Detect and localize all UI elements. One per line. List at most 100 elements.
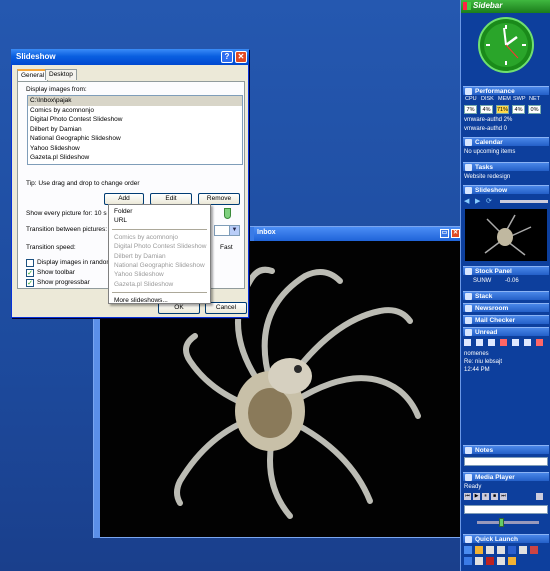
tile-stock-panel[interactable]: Stock Panel (463, 266, 549, 275)
list-item[interactable]: Comics by acomnonjo (28, 106, 242, 116)
slideshow-thumbnail[interactable] (465, 209, 547, 261)
image-sources-list[interactable]: C:\Inbox\pajak Comics by acomnonjo Digit… (27, 95, 243, 165)
media-seek-slider[interactable] (477, 518, 539, 527)
notes-input[interactable] (464, 457, 548, 466)
menu-item-url[interactable]: URL (109, 216, 210, 225)
tile-notes[interactable]: Notes (463, 445, 549, 454)
app-icon[interactable] (497, 546, 505, 554)
task-item[interactable]: Website redesign (464, 174, 510, 180)
tile-title: Performance (475, 88, 515, 95)
tile-quick-launch[interactable]: Quick Launch (463, 534, 549, 543)
list-item[interactable]: Yahoo Slideshow (28, 144, 242, 154)
dialog-titlebar[interactable]: Slideshow ? ✕ (11, 49, 249, 65)
tile-stack[interactable]: Stack (463, 291, 549, 300)
app-icon[interactable] (497, 557, 505, 565)
app-icon[interactable] (475, 546, 483, 554)
calendar-status: No upcoming items (464, 149, 516, 155)
pause-icon[interactable]: ⏸ (482, 493, 489, 500)
list-item[interactable]: C:\Inbox\pajak (28, 96, 242, 106)
list-item[interactable]: Dilbert by Damian (28, 125, 242, 135)
tile-tasks[interactable]: Tasks (463, 162, 549, 171)
app-icon[interactable] (530, 546, 538, 554)
mail-tool-icon[interactable] (512, 339, 519, 346)
tile-calendar[interactable]: Calendar (463, 137, 549, 146)
tile-newsroom[interactable]: Newsroom (463, 303, 549, 312)
mail-tool-icon[interactable] (488, 339, 495, 346)
media-playlist[interactable] (464, 505, 548, 514)
newsroom-icon (465, 305, 472, 312)
media-controls: ⏮ ▶ ⏸ ■ ⏭ (464, 493, 548, 501)
speed-fast-label: Fast (220, 244, 233, 251)
app-icon[interactable] (508, 557, 516, 565)
toolbar-label: Show toolbar (37, 269, 75, 276)
cancel-button[interactable]: Cancel (205, 302, 247, 314)
toolbar-checkbox[interactable]: ✓ (26, 269, 34, 277)
progressbar-checkbox[interactable]: ✓ (26, 279, 34, 287)
mail-subject[interactable]: Re: niu lebsajt (464, 359, 502, 365)
calendar-icon (465, 139, 472, 146)
tile-media-player[interactable]: Media Player (463, 472, 549, 481)
app-icon[interactable] (486, 546, 494, 554)
media-status: Ready (464, 484, 482, 490)
transition-select[interactable]: ▼ (214, 225, 240, 236)
dialog-title: Slideshow (16, 52, 56, 61)
app-icon[interactable] (519, 546, 527, 554)
refresh-icon[interactable]: ⟳ (486, 197, 492, 205)
slider-thumb-icon[interactable] (224, 208, 231, 219)
display-images-label: Display images from: (26, 86, 87, 93)
mail-tool-icon[interactable] (476, 339, 483, 346)
tile-slideshow[interactable]: Slideshow (463, 185, 549, 194)
mail-icon (465, 317, 472, 324)
mail-tool-icon[interactable] (500, 339, 507, 346)
chevron-down-icon[interactable]: ▼ (229, 226, 239, 235)
close-icon[interactable]: ✕ (451, 229, 460, 238)
stock-icon (465, 268, 472, 275)
tab-general[interactable]: General (17, 69, 49, 81)
tile-performance[interactable]: Performance (463, 86, 549, 95)
tile-title: Notes (475, 447, 494, 454)
tile-mail-checker[interactable]: Mail Checker (463, 315, 549, 324)
perf-value: 0% (528, 105, 541, 114)
stop-icon[interactable]: ■ (491, 493, 498, 500)
tile-unread[interactable]: Unread (463, 327, 549, 336)
progressbar-label: Show progressbar (37, 279, 90, 286)
list-item[interactable]: Digital Photo Contest Slideshow (28, 115, 242, 125)
drag-tip: Tip: Use drag and drop to change order (26, 180, 140, 187)
analog-clock-widget[interactable] (478, 17, 534, 73)
unread-icon (465, 329, 472, 336)
quick-launch-icons (464, 546, 548, 568)
perf-value: 71% (496, 105, 509, 114)
tile-title: Stock Panel (475, 268, 512, 275)
list-item[interactable]: Gazeta.pl Slideshow (28, 153, 242, 163)
random-checkbox[interactable] (26, 259, 34, 267)
volume-icon[interactable] (536, 493, 543, 500)
app-icon[interactable] (464, 546, 472, 554)
tab-desktop[interactable]: Desktop (45, 69, 77, 80)
app-icon[interactable] (464, 557, 472, 565)
perf-value: 4% (512, 105, 525, 114)
help-icon[interactable]: ? (221, 51, 233, 63)
mail-tool-icon[interactable] (464, 339, 471, 346)
notes-icon (465, 447, 472, 454)
mail-tool-icon[interactable] (536, 339, 543, 346)
menu-item-folder[interactable]: Folder (109, 207, 210, 216)
app-icon[interactable] (475, 557, 483, 565)
sidebar-header[interactable]: Sidebar (461, 0, 550, 13)
random-label: Display images in random (37, 259, 112, 266)
next-icon[interactable]: ⏭ (500, 493, 507, 500)
app-icon[interactable] (508, 546, 516, 554)
forward-arrow-icon[interactable]: ▶ (475, 197, 480, 205)
restore-icon[interactable]: ▭ (440, 229, 449, 238)
close-icon[interactable]: ✕ (235, 51, 247, 63)
menu-item: Comics by acomnonjo (114, 233, 178, 241)
menu-item-more-slideshows[interactable]: More slideshows... (109, 296, 210, 305)
back-arrow-icon[interactable]: ◀ (464, 197, 469, 205)
seek-thumb[interactable] (499, 518, 504, 527)
mail-tool-icon[interactable] (524, 339, 531, 346)
list-item[interactable]: National Geographic Slideshow (28, 134, 242, 144)
app-icon[interactable] (486, 557, 494, 565)
image-window-titlebar[interactable]: Inbox ▭ ✕ (254, 227, 462, 241)
previous-icon[interactable]: ⏮ (464, 493, 471, 500)
play-icon[interactable]: ▶ (473, 493, 480, 500)
mail-sender[interactable]: nomenes (464, 351, 489, 357)
